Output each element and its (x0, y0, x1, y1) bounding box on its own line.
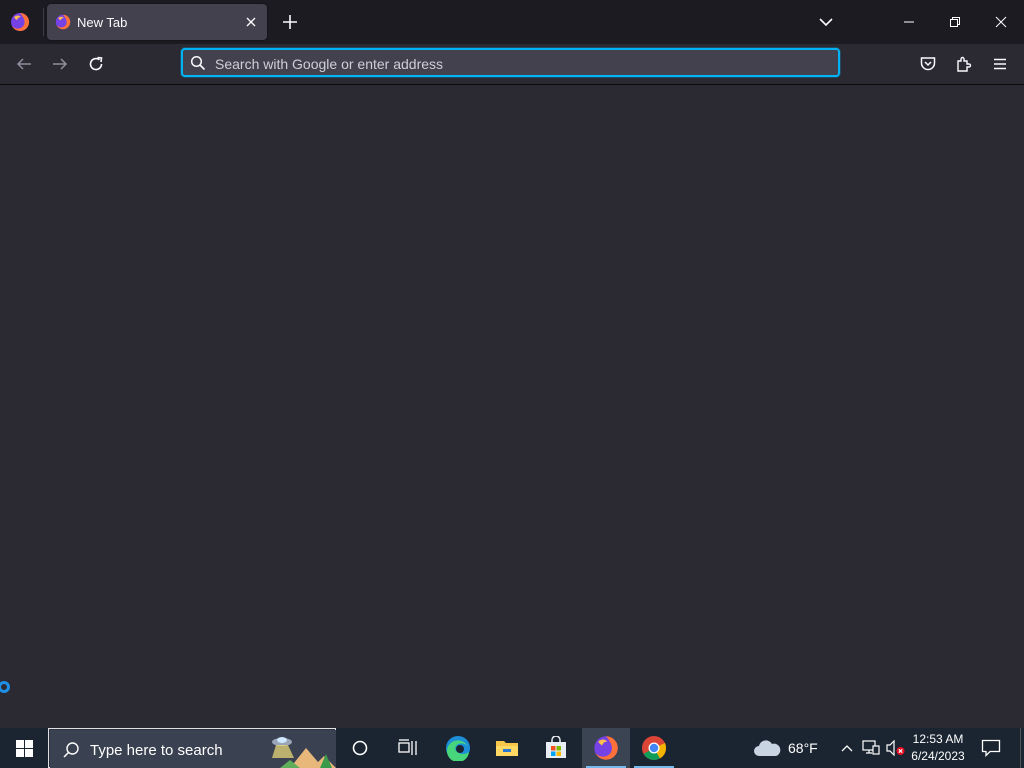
network-icon (862, 740, 880, 755)
weather-temperature[interactable]: 68°F (788, 740, 818, 756)
app-menu-button[interactable] (988, 52, 1012, 76)
task-view-icon (398, 739, 417, 755)
new-tab-plus-icon[interactable] (278, 10, 302, 34)
address-input[interactable] (213, 50, 827, 77)
hamburger-menu-icon (994, 58, 1006, 70)
show-hidden-icons-button[interactable] (837, 738, 857, 758)
edge-taskbar-button[interactable] (434, 728, 482, 768)
forward-button[interactable] (48, 52, 72, 76)
volume-muted-icon (886, 740, 905, 756)
minimize-icon (904, 21, 914, 23)
firefox-icon (55, 14, 71, 30)
tab-new-tab[interactable]: New Tab (47, 4, 267, 40)
reload-button[interactable] (84, 52, 108, 76)
tab-separator (43, 8, 44, 36)
firefox-icon[interactable] (10, 12, 30, 32)
taskbar-search-placeholder: Type here to search (90, 742, 223, 759)
microsoft-store-taskbar-button[interactable] (532, 728, 580, 768)
chevron-up-icon (841, 745, 853, 752)
task-view-button[interactable] (384, 728, 432, 768)
edge-icon (446, 736, 470, 761)
cloud-icon[interactable] (752, 738, 782, 758)
back-icon (16, 58, 31, 70)
volume-button[interactable] (886, 738, 906, 758)
taskbar-search-box[interactable]: Type here to search (48, 728, 336, 768)
file-explorer-taskbar-button[interactable] (483, 728, 531, 768)
microsoft-store-icon (546, 736, 566, 758)
minimize-button[interactable] (886, 0, 932, 44)
notification-icon (981, 739, 1001, 757)
navigation-toolbar (0, 44, 1024, 85)
window-close-button[interactable] (978, 0, 1024, 44)
extensions-button[interactable] (952, 52, 976, 76)
search-highlight-illustration-icon (272, 737, 336, 768)
show-desktop-button[interactable] (1020, 728, 1024, 768)
action-center-button[interactable] (978, 736, 1004, 760)
file-explorer-icon (496, 741, 518, 756)
extensions-icon (957, 56, 972, 72)
tab-strip: New Tab (0, 0, 1024, 44)
page-content (0, 85, 1024, 728)
chevron-down-icon[interactable] (814, 10, 838, 34)
clock-time: 12:53 AM (912, 732, 964, 746)
firefox-taskbar-button[interactable] (582, 728, 630, 768)
cortana-icon (352, 740, 368, 756)
system-clock[interactable]: 12:53 AM 6/24/2023 (906, 731, 970, 765)
windows-taskbar: Type here to search 68°F 12:53 AM 6/24/2… (0, 728, 1024, 768)
restore-button[interactable] (932, 0, 978, 44)
search-icon (190, 55, 206, 71)
start-button[interactable] (0, 728, 48, 768)
windows-logo-icon (15, 739, 33, 757)
firefox-icon (594, 736, 618, 760)
restore-icon (950, 17, 960, 27)
back-button[interactable] (12, 52, 36, 76)
clock-date: 6/24/2023 (911, 749, 965, 763)
pocket-button[interactable] (916, 52, 940, 76)
address-bar[interactable] (181, 48, 840, 77)
cortana-button[interactable] (336, 728, 384, 768)
network-button[interactable] (861, 738, 881, 758)
close-icon (995, 16, 1007, 28)
taskbar-search-field[interactable]: Type here to search (50, 730, 336, 768)
forward-icon (53, 58, 68, 70)
close-icon[interactable] (243, 14, 259, 30)
chrome-icon (642, 736, 667, 761)
pocket-icon (920, 57, 936, 71)
reload-icon (89, 56, 103, 71)
tab-title: New Tab (77, 15, 128, 30)
search-icon (63, 742, 79, 758)
chrome-taskbar-button[interactable] (630, 728, 678, 768)
